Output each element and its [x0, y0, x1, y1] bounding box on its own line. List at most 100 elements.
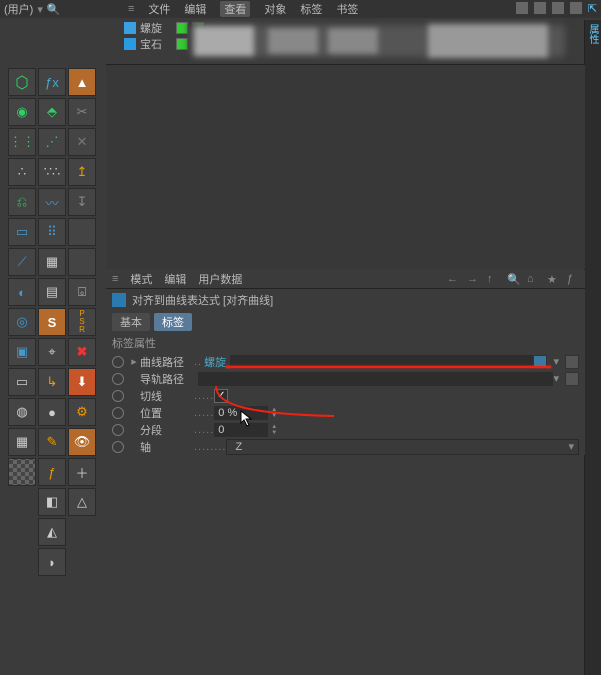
visibility-editor-toggle[interactable]: [176, 22, 188, 34]
axis-tool-icon[interactable]: ↳: [38, 368, 66, 396]
right-tab-strip[interactable]: 属性: [584, 20, 601, 675]
settings-icon[interactable]: ⚙: [68, 398, 96, 426]
plus-small-icon[interactable]: ＋: [68, 458, 96, 486]
light-icon[interactable]: ◎: [8, 308, 36, 336]
eyedropper-icon[interactable]: [565, 355, 579, 369]
eye-icon[interactable]: 👁: [68, 428, 96, 456]
home-icon[interactable]: ⌂: [527, 273, 539, 285]
anim-dot[interactable]: [112, 424, 124, 436]
attr-menu-mode[interactable]: 模式: [130, 271, 152, 287]
down-arrow-icon[interactable]: ⬇: [68, 368, 96, 396]
expand-icon[interactable]: ▸: [130, 355, 138, 368]
menu-view[interactable]: 查看: [220, 1, 250, 17]
random-icon[interactable]: ∵∴: [38, 158, 66, 186]
object-name[interactable]: 螺旋: [140, 20, 162, 36]
search-icon[interactable]: 🔍: [507, 273, 519, 285]
anim-dot[interactable]: [112, 390, 124, 402]
camera-icon[interactable]: ▣: [8, 338, 36, 366]
segment-field[interactable]: [214, 423, 268, 437]
segment-spinner[interactable]: ▲▼: [269, 423, 279, 437]
menu-tags[interactable]: 标签: [300, 1, 322, 17]
up-icon[interactable]: ↑: [487, 273, 499, 285]
tab-basic[interactable]: 基本: [112, 313, 150, 331]
hamburger-icon[interactable]: ≡: [128, 3, 134, 15]
chevron-down-icon[interactable]: ▾: [553, 372, 559, 385]
chevron-down-icon[interactable]: ▾: [553, 355, 559, 368]
symmetry-icon[interactable]: ⎌: [8, 188, 36, 216]
cloner-icon[interactable]: ∴: [8, 158, 36, 186]
disable-icon[interactable]: ✕: [68, 128, 96, 156]
move-up-icon[interactable]: ↥: [68, 158, 96, 186]
tangent-checkbox[interactable]: ✓: [214, 389, 228, 403]
extrude-icon[interactable]: ▲: [68, 68, 96, 96]
topright-icon-1[interactable]: [516, 2, 528, 14]
uv-icon[interactable]: ▤: [38, 278, 66, 306]
bookmark-icon[interactable]: ★: [547, 273, 559, 285]
curve-path-link[interactable]: 螺旋: [204, 354, 226, 370]
floor-icon[interactable]: ▭: [8, 368, 36, 396]
position-spinner[interactable]: ▲▼: [269, 406, 279, 420]
tab-tag[interactable]: 标签: [154, 313, 192, 331]
effector-icon[interactable]: ▭: [8, 218, 36, 246]
array-linear-icon[interactable]: ⋮⋮: [8, 128, 36, 156]
topright-icon-4[interactable]: [570, 2, 582, 14]
grid-icon[interactable]: ▦: [38, 248, 66, 276]
right-tab-attributes[interactable]: 属性: [585, 20, 600, 44]
fn-icon[interactable]: ƒ: [567, 273, 579, 285]
script-icon[interactable]: ƒ: [38, 458, 66, 486]
bevel-icon[interactable]: ⬘: [38, 98, 66, 126]
letter-s-icon[interactable]: S: [38, 308, 66, 336]
menu-edit[interactable]: 编辑: [184, 1, 206, 17]
layout-dropdown-icon[interactable]: ▾: [37, 3, 43, 16]
close-x-icon[interactable]: ✖: [68, 338, 96, 366]
visibility-editor-toggle[interactable]: [176, 38, 188, 50]
cone-icon[interactable]: ◭: [38, 518, 66, 546]
axis-dropdown[interactable]: Z ▾: [226, 439, 579, 455]
knife-icon[interactable]: ✂: [68, 98, 96, 126]
viewport-area[interactable]: [106, 64, 585, 269]
spline-pen-icon[interactable]: ⟋: [8, 248, 36, 276]
frame-icon[interactable]: ⌻: [68, 278, 96, 306]
material-ball-icon[interactable]: ◍: [8, 398, 36, 426]
eyedropper-icon[interactable]: [565, 372, 579, 386]
cube-icon[interactable]: [8, 68, 36, 96]
anim-dot[interactable]: [112, 373, 124, 385]
undock-icon[interactable]: ⇱: [588, 2, 597, 15]
triangle-icon[interactable]: △: [68, 488, 96, 516]
psr-icon[interactable]: PSR: [68, 308, 96, 336]
checker-icon[interactable]: [8, 458, 36, 486]
blend-icon[interactable]: ◗: [38, 548, 66, 576]
spline-icon[interactable]: 〰: [38, 188, 66, 216]
layout-label[interactable]: (用户): [0, 1, 37, 17]
anim-dot[interactable]: [112, 407, 124, 419]
anim-dot[interactable]: [112, 356, 124, 368]
attr-menu-edit[interactable]: 编辑: [164, 271, 186, 287]
topright-icon-2[interactable]: [534, 2, 546, 14]
top-right-icons: ⇱: [516, 2, 597, 15]
attr-menu-userdata[interactable]: 用户数据: [198, 271, 242, 287]
search-icon[interactable]: 🔍: [47, 3, 61, 16]
sphere-icon[interactable]: ●: [38, 398, 66, 426]
object-name[interactable]: 宝石: [140, 36, 162, 52]
hamburger-icon[interactable]: ≡: [112, 273, 118, 285]
brush-icon[interactable]: ✎: [38, 428, 66, 456]
menu-file[interactable]: 文件: [148, 1, 170, 17]
function-icon[interactable]: ƒx: [38, 68, 66, 96]
coords-icon[interactable]: ⌖: [38, 338, 66, 366]
color-icon[interactable]: ◧: [38, 488, 66, 516]
render-icon[interactable]: ▦: [8, 428, 36, 456]
move-down-icon[interactable]: ↧: [68, 188, 96, 216]
rail-path-field[interactable]: [198, 372, 553, 386]
topright-icon-3[interactable]: [552, 2, 564, 14]
deformer-icon[interactable]: ◐: [8, 278, 36, 306]
chevron-down-icon: ▾: [568, 440, 574, 453]
points-icon[interactable]: ⠿: [38, 218, 66, 246]
forward-icon[interactable]: →: [467, 273, 479, 285]
lathe-icon[interactable]: ◉: [8, 98, 36, 126]
array-grid-icon[interactable]: ⋰: [38, 128, 66, 156]
menu-object[interactable]: 对象: [264, 1, 286, 17]
position-field[interactable]: [214, 406, 268, 420]
menu-bookmarks[interactable]: 书签: [336, 1, 358, 17]
back-icon[interactable]: ←: [447, 273, 459, 285]
anim-dot[interactable]: [112, 441, 124, 453]
